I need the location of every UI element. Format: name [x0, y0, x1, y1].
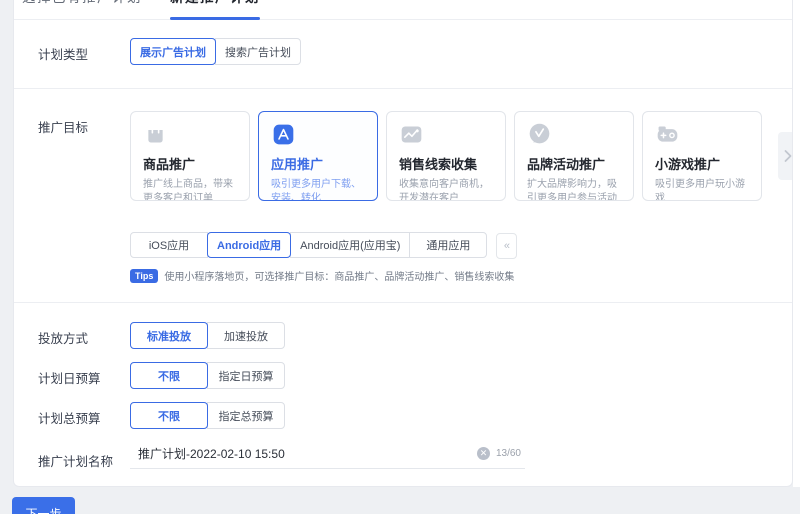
daily-budget-label: 计划日预算	[38, 372, 101, 386]
goal-card-sales-leads[interactable]: 销售线索收集 收集意向客户商机，开发潜在客户	[386, 111, 506, 201]
delivery-mode-label: 投放方式	[38, 332, 89, 346]
panel-tabs: 选择已有推广计划 新建推广计划	[14, 0, 792, 20]
settings-section: 投放方式 标准投放 加速投放 计划日预算 不限 指定日预算 计划总预算 不限 指…	[14, 303, 792, 470]
total-budget-specified[interactable]: 指定总预算	[207, 402, 285, 429]
footer-band	[0, 487, 800, 514]
plan-type-display-ads[interactable]: 展示广告计划	[130, 38, 216, 65]
tips-text: 使用小程序落地页，可选择推广目标：商品推广、品牌活动推广、销售线索收集	[164, 272, 515, 283]
platform-collapse-button[interactable]: «	[496, 233, 518, 259]
goal-card-title: 应用推广	[271, 157, 324, 172]
campaign-name-input[interactable]	[138, 446, 477, 461]
total-budget-row: 计划总预算 不限 指定总预算	[38, 402, 792, 429]
goal-card-brand-activity[interactable]: 品牌活动推广 扩大品牌影响力，吸引更多用户参与活动	[514, 111, 634, 201]
page-background-right	[793, 0, 800, 487]
delivery-mode-group: 标准投放 加速投放	[130, 322, 285, 349]
campaign-name-label: 推广计划名称	[38, 455, 114, 469]
daily-budget-unlimited[interactable]: 不限	[130, 362, 208, 389]
plan-type-group: 展示广告计划 搜索广告计划	[130, 38, 301, 65]
goal-cards-next-button[interactable]	[778, 132, 792, 180]
chevron-right-icon	[784, 150, 792, 162]
goal-card-desc: 吸引更多用户下载、安装、转化	[271, 179, 361, 201]
clear-input-icon[interactable]: ✕	[476, 447, 490, 460]
sales-leads-icon	[401, 126, 422, 143]
promotion-goal-section: 推广目标 商品推广 推广线上商品，带来更多客户和订单 应用推广 吸引更多用户下载…	[14, 89, 792, 303]
goal-card-title: 销售线索收集	[399, 157, 478, 172]
app-store-icon	[273, 124, 294, 145]
daily-budget-row: 计划日预算 不限 指定日预算	[38, 362, 792, 389]
daily-budget-specified[interactable]: 指定日预算	[207, 362, 285, 389]
delivery-standard[interactable]: 标准投放	[130, 322, 208, 349]
total-budget-unlimited[interactable]: 不限	[130, 402, 208, 429]
total-budget-group: 不限 指定总预算	[130, 402, 285, 429]
promotion-goal-label: 推广目标	[38, 121, 89, 135]
app-platform-group: iOS应用 Android应用 Android应用(应用宝) 通用应用	[130, 232, 488, 258]
plan-type-label: 计划类型	[38, 48, 89, 62]
goal-card-desc: 吸引更多用户玩小游戏	[655, 179, 745, 201]
tips-row: Tips 使用小程序落地页，可选择推广目标：商品推广、品牌活动推广、销售线索收集	[130, 268, 792, 283]
goal-card-title: 小游戏推广	[655, 157, 721, 172]
plan-type-search-ads[interactable]: 搜索广告计划	[215, 38, 301, 65]
delivery-mode-row: 投放方式 标准投放 加速投放	[38, 322, 792, 349]
collapse-icon: «	[503, 240, 510, 252]
goal-card-list: 商品推广 推广线上商品，带来更多客户和订单 应用推广 吸引更多用户下载、安装、转…	[130, 111, 792, 201]
tab-select-existing-campaign[interactable]: 选择已有推广计划	[22, 0, 142, 8]
tips-badge: Tips	[130, 268, 159, 283]
platform-android[interactable]: Android应用	[207, 232, 292, 258]
platform-ios[interactable]: iOS应用	[130, 232, 208, 258]
goal-card-title: 品牌活动推广	[527, 157, 606, 172]
campaign-name-field: ✕ 13/60	[130, 445, 525, 469]
platform-android-yyb[interactable]: Android应用(应用宝)	[290, 232, 411, 258]
next-step-button[interactable]: 下一步	[12, 497, 75, 514]
daily-budget-group: 不限 指定日预算	[130, 362, 285, 389]
total-budget-label: 计划总预算	[38, 412, 101, 426]
campaign-name-row: 推广计划名称 ✕ 13/60	[38, 445, 792, 470]
shopping-bag-icon	[148, 125, 163, 143]
goal-card-desc: 推广线上商品，带来更多客户和订单	[143, 179, 233, 201]
goal-card-app[interactable]: 应用推广 吸引更多用户下载、安装、转化	[258, 111, 378, 201]
brand-activity-icon	[529, 123, 550, 144]
plan-type-section: 计划类型 展示广告计划 搜索广告计划	[14, 20, 792, 89]
platform-universal[interactable]: 通用应用	[409, 232, 488, 258]
goal-card-title: 商品推广	[143, 157, 196, 172]
goal-card-mini-game[interactable]: 小游戏推广 吸引更多用户玩小游戏	[642, 111, 762, 201]
create-campaign-panel: 选择已有推广计划 新建推广计划 计划类型 展示广告计划 搜索广告计划 推广目标 …	[13, 0, 793, 487]
promotion-goal-content: 商品推广 推广线上商品，带来更多客户和订单 应用推广 吸引更多用户下载、安装、转…	[130, 111, 792, 283]
delivery-accelerated[interactable]: 加速投放	[207, 322, 285, 349]
goal-card-desc: 扩大品牌影响力，吸引更多用户参与活动	[527, 179, 617, 201]
mini-game-icon	[657, 126, 678, 142]
char-counter: 13/60	[495, 448, 521, 459]
goal-card-desc: 收集意向客户商机，开发潜在客户	[399, 179, 489, 201]
tab-new-campaign[interactable]: 新建推广计划	[170, 0, 260, 20]
app-platform-row: iOS应用 Android应用 Android应用(应用宝) 通用应用 «	[130, 232, 792, 259]
goal-card-product[interactable]: 商品推广 推广线上商品，带来更多客户和订单	[130, 111, 250, 201]
